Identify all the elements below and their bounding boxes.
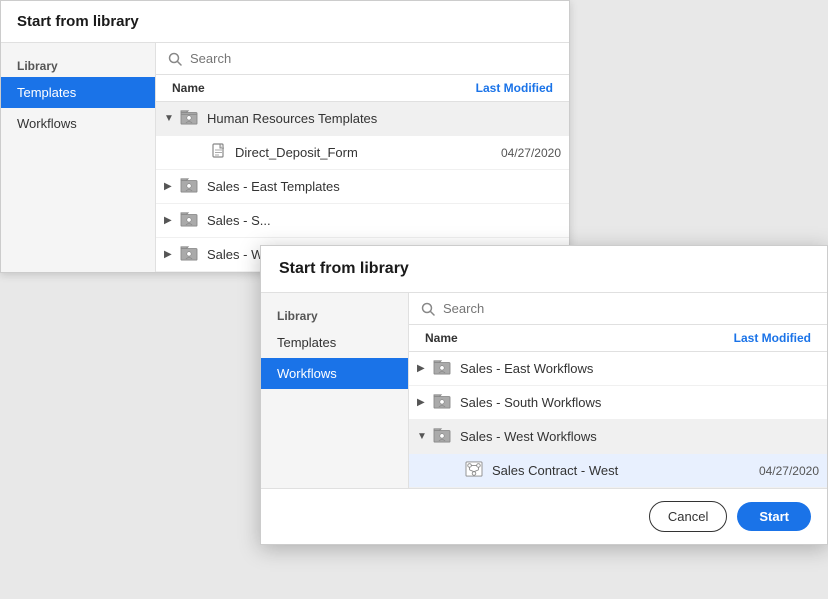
fg-col-last-modified: Last Modified <box>734 331 811 345</box>
bg-sidebar-item-workflows[interactable]: Workflows <box>1 108 155 139</box>
bg-row-sales-east[interactable]: ▶ Sales - East Templates <box>156 170 569 204</box>
bg-sidebar-item-templates[interactable]: Templates <box>1 77 155 108</box>
fg-table-header: Name Last Modified <box>409 325 827 352</box>
fg-sidebar-section-label: Library <box>261 301 408 327</box>
bg-table-header: Name Last Modified <box>156 75 569 102</box>
fg-folder-person-icon-3 <box>433 427 451 446</box>
fg-row-contract-date: 04/27/2020 <box>759 464 819 478</box>
chevron-down-icon: ▼ <box>164 113 176 124</box>
fg-sidebar-item-templates[interactable]: Templates <box>261 327 408 358</box>
fg-row-south-name: Sales - South Workflows <box>460 395 819 410</box>
bg-row-sales-south-name: Sales - S... <box>207 213 561 228</box>
bg-row-hr-templates[interactable]: ▼ Human Resources Templates <box>156 102 569 136</box>
fg-row-west-name: Sales - West Workflows <box>460 429 819 444</box>
bg-col-last-modified: Last Modified <box>476 81 553 95</box>
bg-row-deposit-name: Direct_Deposit_Form <box>235 145 497 160</box>
fg-search-input[interactable] <box>443 301 815 316</box>
fg-row-east-name: Sales - East Workflows <box>460 361 819 376</box>
folder-person-icon <box>180 109 198 128</box>
fg-sidebar: Library Templates Workflows <box>261 293 409 488</box>
chevron-right-icon-2: ▶ <box>164 215 176 226</box>
bg-row-sales-east-name: Sales - East Templates <box>207 179 561 194</box>
bg-content-area: Name Last Modified ▼ <box>156 43 569 272</box>
doc-icon <box>212 143 226 162</box>
search-icon <box>168 52 182 66</box>
bg-row-sales-south[interactable]: ▶ Sales - S... <box>156 204 569 238</box>
workflow-icon <box>465 461 483 480</box>
folder-person-icon-4 <box>180 245 198 264</box>
fg-dialog-title: Start from library <box>261 246 827 293</box>
bg-row-hr-name: Human Resources Templates <box>207 111 561 126</box>
fg-search-icon <box>421 302 435 316</box>
fg-col-name: Name <box>425 331 458 345</box>
fg-dialog-footer: Cancel Start <box>261 488 827 544</box>
fg-row-sales-east[interactable]: ▶ Sales - East Workflows <box>409 352 827 386</box>
fg-folder-person-icon-1 <box>433 359 451 378</box>
fg-chevron-down-west: ▼ <box>417 431 429 442</box>
background-dialog: Start from library Library Templates Wor… <box>0 0 570 273</box>
bg-sidebar: Library Templates Workflows <box>1 43 156 272</box>
bg-dialog-title: Start from library <box>1 1 569 43</box>
fg-chevron-right-east: ▶ <box>417 363 429 374</box>
bg-row-deposit-date: 04/27/2020 <box>501 146 561 160</box>
chevron-right-icon: ▶ <box>164 181 176 192</box>
cancel-button[interactable]: Cancel <box>649 501 727 532</box>
fg-row-contract-name: Sales Contract - West <box>492 463 755 478</box>
fg-folder-person-icon-2 <box>433 393 451 412</box>
foreground-dialog: Start from library Library Templates Wor… <box>260 245 828 545</box>
fg-row-sales-south[interactable]: ▶ Sales - South Workflows <box>409 386 827 420</box>
bg-search-input[interactable] <box>190 51 557 66</box>
folder-person-icon-3 <box>180 211 198 230</box>
bg-row-deposit-form[interactable]: Direct_Deposit_Form 04/27/2020 <box>156 136 569 170</box>
start-button[interactable]: Start <box>737 502 811 531</box>
fg-chevron-right-south: ▶ <box>417 397 429 408</box>
fg-row-sales-west[interactable]: ▼ Sales - West Workflows <box>409 420 827 454</box>
bg-dialog-body: Library Templates Workflows Name Last Mo… <box>1 43 569 272</box>
fg-content-area: Name Last Modified ▶ Sales - Eas <box>409 293 827 488</box>
bg-col-name: Name <box>172 81 205 95</box>
folder-person-icon-2 <box>180 177 198 196</box>
fg-tree-items: ▶ Sales - East Workflows ▶ <box>409 352 827 488</box>
fg-dialog-body: Library Templates Workflows Name Last Mo… <box>261 293 827 488</box>
bg-sidebar-section-label: Library <box>1 51 155 77</box>
fg-sidebar-item-workflows[interactable]: Workflows <box>261 358 408 389</box>
fg-row-sales-contract-west[interactable]: Sales Contract - West 04/27/2020 <box>409 454 827 488</box>
chevron-right-icon-3: ▶ <box>164 249 176 260</box>
fg-search-bar <box>409 293 827 325</box>
bg-search-bar <box>156 43 569 75</box>
